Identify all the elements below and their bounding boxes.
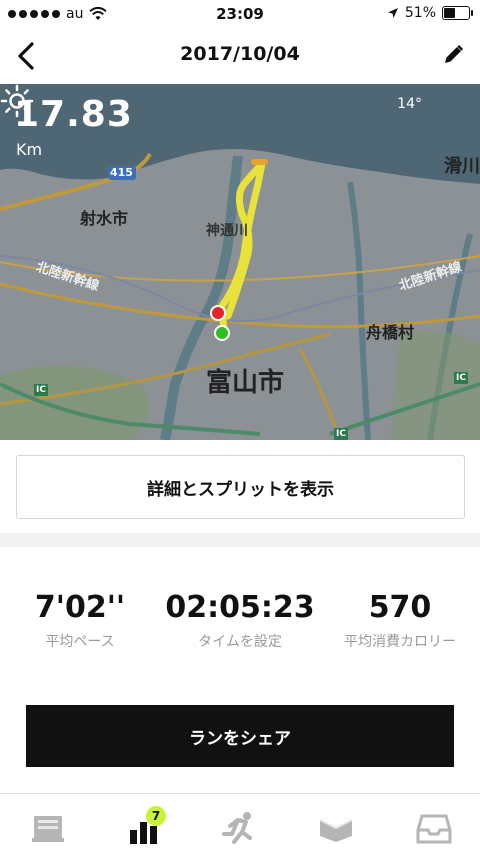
nav-bar: 2017/10/04 [0, 28, 480, 84]
map-label-city-right: 舟橋村 [366, 323, 415, 342]
status-bar: au 23:09 51% [0, 0, 480, 28]
section-divider [0, 533, 480, 547]
map-label-route: 415 [110, 166, 133, 179]
map-label-town: 神通川 [206, 223, 248, 239]
stat-time: 02:05:23 タイムを設定 [160, 590, 320, 651]
coach-icon[interactable] [316, 808, 356, 848]
stat-label: 平均ペース [45, 634, 115, 650]
run-stats: 7'02'' 平均ペース 02:05:23 タイムを設定 570 平均消費カロリ… [0, 590, 480, 660]
stat-label: 平均消費カロリー [344, 634, 456, 650]
stat-value: 7'02'' [34, 590, 126, 625]
tab-bar [0, 793, 480, 856]
map-label-ic-right: IC [454, 372, 468, 384]
page-title: 2017/10/04 [180, 43, 300, 65]
stat-value: 570 [368, 590, 432, 625]
stat-value: 02:05:23 [165, 590, 315, 625]
route-map[interactable]: 17.83 Km 14° 415 射水市 神通川 滑川 北陸新幹線 北陸新幹線 … [0, 84, 480, 440]
stat-label: タイムを設定 [198, 634, 282, 650]
map-label-city-topright: 滑川 [444, 156, 480, 177]
map-label-city-left: 射水市 [80, 209, 129, 228]
share-run-button[interactable]: ランをシェア [26, 705, 454, 767]
stat-average-pace: 7'02'' 平均ペース [0, 590, 160, 651]
inbox-icon[interactable] [414, 808, 454, 848]
battery-percent: 51% [404, 5, 436, 21]
distance-unit: Km [16, 140, 43, 159]
location-arrow-icon [387, 8, 398, 18]
stat-calories: 570 平均消費カロリー [320, 590, 480, 651]
feed-icon[interactable] [28, 808, 68, 848]
run-icon[interactable] [220, 808, 260, 848]
map-label-city-main: 富山市 [206, 368, 285, 398]
map-label-ic-bottom: IC [334, 428, 348, 440]
show-details-splits-button[interactable]: 詳細とスプリットを表示 [16, 455, 465, 519]
sun-icon [0, 84, 34, 118]
status-right: 51% [387, 5, 473, 21]
temperature: 14° [397, 96, 422, 112]
map-label-ic-left: IC [34, 384, 48, 396]
activity-badge: 7 [146, 806, 166, 826]
battery-icon [442, 6, 473, 20]
edit-pencil-icon[interactable] [440, 42, 466, 68]
